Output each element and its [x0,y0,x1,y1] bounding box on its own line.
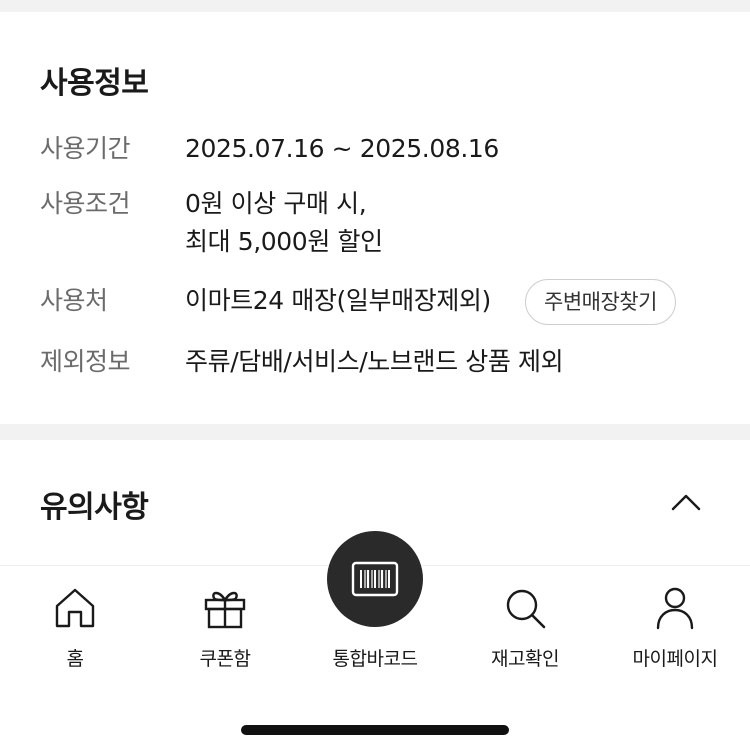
exclusion-label: 제외정보 [40,347,131,376]
home-icon [55,588,95,628]
home-indicator [241,725,509,735]
gift-icon [204,591,246,629]
barcode-icon [351,561,399,597]
section-divider [0,424,750,440]
usage-period-value: 2025.07.16 ~ 2025.08.16 [185,134,499,163]
usage-condition-value-2: 최대 5,000원 할인 [185,227,383,256]
find-nearby-store-button[interactable]: 주변매장찾기 [525,279,676,325]
usage-place-value: 이마트24 매장(일부매장제외) [185,286,491,315]
chevron-up-icon[interactable] [670,492,702,512]
nav-integrated-barcode-label: 통합바코드 [332,648,418,670]
search-icon [506,589,546,629]
nav-home[interactable]: 홈 [0,566,150,676]
person-icon [656,587,694,630]
notice-title: 유의사항 [40,490,149,525]
usage-info-title: 사용정보 [40,66,149,101]
nav-home-label: 홈 [66,648,84,670]
nav-my-page-label: 마이페이지 [632,648,718,670]
usage-period-label: 사용기간 [40,134,131,163]
usage-place-label: 사용처 [40,286,108,315]
usage-info-section: 사용정보 사용기간 2025.07.16 ~ 2025.08.16 사용조건 0… [0,12,750,424]
nav-coupon-box[interactable]: 쿠폰함 [150,566,300,676]
barcode-fab-button[interactable] [327,531,423,627]
exclusion-value: 주류/담배/서비스/노브랜드 상품 제외 [185,347,564,376]
nav-my-page[interactable]: 마이페이지 [600,566,750,676]
top-divider [0,0,750,12]
usage-condition-label: 사용조건 [40,189,131,218]
nav-stock-check[interactable]: 재고확인 [450,566,600,676]
nav-coupon-box-label: 쿠폰함 [199,648,251,670]
nav-stock-check-label: 재고확인 [491,648,559,670]
usage-condition-value: 0원 이상 구매 시, [185,189,367,218]
